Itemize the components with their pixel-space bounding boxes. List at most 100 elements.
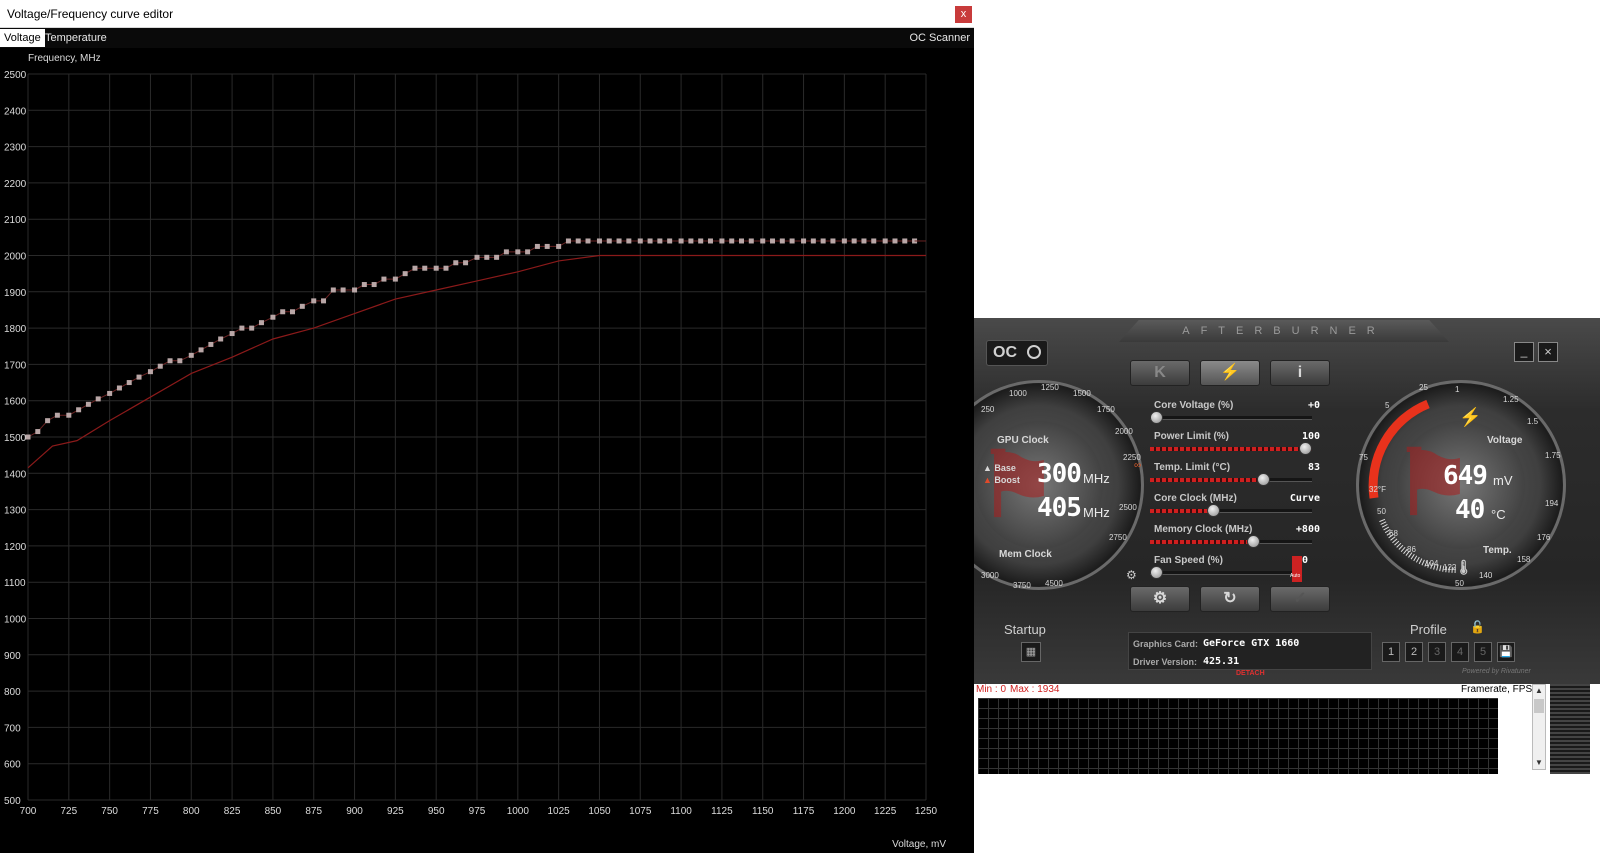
profile-save-icon[interactable]: 💾 xyxy=(1497,642,1515,662)
curve-point[interactable] xyxy=(198,347,204,353)
curve-point[interactable] xyxy=(820,238,826,244)
curve-point[interactable] xyxy=(657,238,663,244)
curve-point[interactable] xyxy=(453,260,459,266)
curve-point[interactable] xyxy=(136,374,142,380)
curve-point[interactable] xyxy=(810,238,816,244)
memory-clock-slider[interactable]: Memory Clock (MHz) +800 xyxy=(1144,524,1324,554)
curve-point[interactable] xyxy=(330,287,336,293)
slider-knob[interactable] xyxy=(1246,535,1260,548)
curve-point[interactable] xyxy=(270,314,276,320)
afterburner-close-button[interactable]: × xyxy=(1538,342,1558,362)
power-limit-slider[interactable]: Power Limit (%) 100 xyxy=(1144,431,1324,461)
curve-point[interactable] xyxy=(402,271,408,277)
profile-slot-3[interactable]: 3 xyxy=(1428,642,1446,662)
slider-knob[interactable] xyxy=(1150,411,1163,424)
tab-temperature[interactable]: Temperature xyxy=(41,29,111,47)
curve-point[interactable] xyxy=(280,309,286,315)
curve-point[interactable] xyxy=(575,238,581,244)
oc-mode-button[interactable]: ⚡ xyxy=(1200,360,1260,386)
curve-point[interactable] xyxy=(565,238,571,244)
detach-button[interactable]: DETACH xyxy=(1236,670,1265,677)
curve-point[interactable] xyxy=(830,238,836,244)
curve-point[interactable] xyxy=(463,260,469,266)
curve-point[interactable] xyxy=(177,358,183,364)
profile-lock-icon[interactable]: 🔓 xyxy=(1470,620,1485,634)
curve-point[interactable] xyxy=(637,238,643,244)
curve-point[interactable] xyxy=(66,412,72,418)
curve-point[interactable] xyxy=(667,238,673,244)
chart-series[interactable] xyxy=(25,238,927,469)
slider-knob[interactable] xyxy=(1299,442,1312,455)
fan-auto-toggle[interactable]: Auto xyxy=(1290,556,1302,582)
curve-point[interactable] xyxy=(249,325,255,331)
minimize-button[interactable]: _ xyxy=(1514,342,1534,362)
profile-slot-4[interactable]: 4 xyxy=(1451,642,1469,662)
curve-point[interactable] xyxy=(95,396,101,402)
curve-point[interactable] xyxy=(157,363,163,369)
curve-point[interactable] xyxy=(779,238,785,244)
curve-point[interactable] xyxy=(381,276,387,282)
oc-scanner-button[interactable]: OC Scanner xyxy=(909,29,970,47)
curve-point[interactable] xyxy=(688,238,694,244)
curve-point[interactable] xyxy=(208,341,214,347)
curve-point[interactable] xyxy=(290,309,296,315)
curve-point[interactable] xyxy=(116,385,122,391)
curve-point[interactable] xyxy=(678,238,684,244)
curve-editor-titlebar[interactable]: Voltage/Frequency curve editor x xyxy=(0,0,974,28)
curve-point[interactable] xyxy=(352,287,358,293)
curve-point[interactable] xyxy=(647,238,653,244)
curve-point[interactable] xyxy=(392,276,398,282)
profile-slot-5[interactable]: 5 xyxy=(1474,642,1492,662)
fan-settings-gear-icon[interactable]: ⚙ xyxy=(1126,568,1137,582)
info-button[interactable]: i xyxy=(1270,360,1330,386)
oc-scanner-skin-button[interactable]: OC xyxy=(986,340,1048,366)
scroll-up-icon[interactable]: ▲ xyxy=(1533,685,1545,697)
curve-point[interactable] xyxy=(801,238,807,244)
temp-limit-slider[interactable]: Temp. Limit (°C) 83 xyxy=(1144,462,1324,492)
link-icon[interactable]: ∞ xyxy=(1134,460,1141,471)
curve-point[interactable] xyxy=(871,238,877,244)
curve-point[interactable] xyxy=(484,254,490,260)
curve-point[interactable] xyxy=(851,238,857,244)
slider-track[interactable] xyxy=(1150,473,1312,486)
apply-check-icon[interactable]: ✓ xyxy=(1270,586,1330,612)
curve-point[interactable] xyxy=(311,298,317,304)
curve-point[interactable] xyxy=(258,320,264,326)
slider-track[interactable] xyxy=(1150,566,1300,579)
curve-point[interactable] xyxy=(218,336,224,342)
profile-slot-2[interactable]: 2 xyxy=(1405,642,1423,662)
curve-point[interactable] xyxy=(433,265,439,271)
scroll-down-icon[interactable]: ▼ xyxy=(1533,757,1545,769)
curve-point[interactable] xyxy=(188,352,194,358)
curve-point[interactable] xyxy=(544,243,550,249)
slider-knob[interactable] xyxy=(1150,566,1163,579)
curve-point[interactable] xyxy=(606,238,612,244)
curve-point[interactable] xyxy=(556,243,562,249)
close-button[interactable]: x xyxy=(955,6,972,23)
startup-windows-icon[interactable]: ▦ xyxy=(1021,642,1041,662)
curve-point[interactable] xyxy=(494,254,500,260)
profile-slot-1[interactable]: 1 xyxy=(1382,642,1400,662)
curve-point[interactable] xyxy=(126,380,132,386)
curve-point[interactable] xyxy=(789,238,795,244)
curve-point[interactable] xyxy=(340,287,346,293)
curve-point[interactable] xyxy=(698,238,704,244)
curve-point[interactable] xyxy=(45,418,51,424)
curve-point[interactable] xyxy=(902,238,908,244)
slider-track[interactable] xyxy=(1150,411,1312,424)
monitor-resize-handle[interactable] xyxy=(1550,684,1590,774)
settings-gear-icon[interactable]: ⚙ xyxy=(1130,586,1190,612)
curve-point[interactable] xyxy=(443,265,449,271)
slider-knob[interactable] xyxy=(1257,473,1271,486)
curve-point[interactable] xyxy=(85,401,91,407)
tab-voltage[interactable]: Voltage xyxy=(0,29,45,47)
vf-curve-chart[interactable]: Frequency, MHz Voltage, mV 2500 2400 2300 2… xyxy=(0,48,974,853)
curve-point[interactable] xyxy=(371,282,377,288)
slider-track[interactable] xyxy=(1150,535,1312,548)
kombustor-button[interactable]: K xyxy=(1130,360,1190,386)
curve-point[interactable] xyxy=(841,238,847,244)
curve-point[interactable] xyxy=(626,238,632,244)
curve-point[interactable] xyxy=(882,238,888,244)
curve-point[interactable] xyxy=(739,238,745,244)
curve-point[interactable] xyxy=(361,282,367,288)
